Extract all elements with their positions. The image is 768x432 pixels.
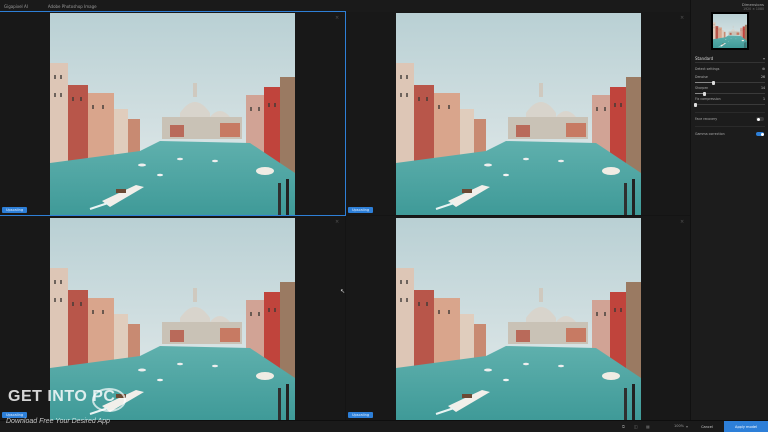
venice-photo <box>50 13 295 215</box>
zoom-level[interactable]: 100% <box>674 424 684 428</box>
upscaling-badge: Upscaling <box>2 207 28 213</box>
denoise-label: Denoise <box>695 75 708 79</box>
sharpen-value: 14 <box>760 86 765 90</box>
preview-pane-1[interactable]: × Upscaling <box>0 11 346 216</box>
venice-photo <box>396 218 641 420</box>
grid-view-icon[interactable]: ▦ <box>646 424 650 429</box>
chevron-down-icon: ▾ <box>762 56 765 61</box>
app-title: Gigapixel AI <box>4 3 28 9</box>
face-recovery-row: Face recovery <box>695 117 765 121</box>
close-icon[interactable]: × <box>680 220 684 225</box>
cancel-button[interactable]: Cancel <box>694 423 720 431</box>
preview-pane-2[interactable]: × Upscaling <box>346 12 690 215</box>
denoise-slider[interactable] <box>695 80 765 85</box>
face-recovery-toggle[interactable] <box>756 117 764 121</box>
model-select[interactable]: Standard ▾ <box>695 55 765 63</box>
preview-pane-4[interactable]: × Upscaling <box>346 216 690 420</box>
divider <box>695 126 765 127</box>
model-select-value: Standard <box>695 56 714 61</box>
face-recovery-label: Face recovery <box>695 117 718 121</box>
denoise-slider-fill <box>695 82 714 83</box>
detect-settings-label: Detect settings <box>695 67 720 71</box>
mouse-cursor-icon: ↖ <box>340 288 346 295</box>
breadcrumb[interactable]: Adobe Photoshop Image <box>48 4 97 9</box>
sharpen-row: Sharpen 14 <box>695 86 765 90</box>
sharpen-slider-handle[interactable] <box>703 91 707 96</box>
compare-icon[interactable]: ⧉ <box>622 424 625 429</box>
watermark-subtitle: Download Free Your Desired App <box>6 418 110 425</box>
gamma-correction-row: Gamma correction <box>695 132 765 136</box>
venice-photo <box>396 13 641 215</box>
upscaling-badge: Upscaling <box>348 207 374 213</box>
gamma-correction-label: Gamma correction <box>695 132 725 136</box>
sharpen-label: Sharpen <box>695 86 709 90</box>
split-view-icon[interactable]: ◫ <box>634 424 638 429</box>
gear-icon[interactable]: ⚙ <box>762 67 765 71</box>
denoise-slider-handle[interactable] <box>711 80 715 85</box>
navigator-thumbnail[interactable] <box>711 12 749 50</box>
close-icon[interactable]: × <box>335 16 339 21</box>
upscaling-badge: Upscaling <box>348 412 374 418</box>
toggle-knob <box>760 132 764 136</box>
fix-compression-row: Fix compression 1 <box>695 97 765 101</box>
close-icon[interactable]: × <box>680 16 684 21</box>
toggle-knob <box>756 117 760 121</box>
apply-model-button[interactable]: Apply model <box>724 421 768 432</box>
fix-compression-slider-handle[interactable] <box>694 102 698 107</box>
denoise-value: 26 <box>760 75 765 79</box>
fix-compression-slider[interactable] <box>694 102 765 107</box>
close-icon[interactable]: × <box>335 220 339 225</box>
chevron-down-icon[interactable]: ▾ <box>686 424 688 429</box>
sharpen-slider[interactable] <box>695 91 765 96</box>
settings-panel: Dimensions 1920 × 1080 Standard ▾ Detect… <box>690 0 768 432</box>
detect-settings-row[interactable]: Detect settings ⚙ <box>695 67 765 71</box>
denoise-row: Denoise 26 <box>695 75 765 79</box>
dimensions-value: 1920 × 1080 <box>743 7 764 11</box>
top-bar: Gigapixel AI Adobe Photoshop Image <box>0 0 690 12</box>
fix-compression-value: 1 <box>762 97 765 101</box>
watermark: GET INTO PC Download Free Your Desired A… <box>0 382 145 432</box>
divider <box>695 112 765 113</box>
app-window: Gigapixel AI Adobe Photoshop Image × Ups… <box>0 0 768 432</box>
gamma-correction-toggle[interactable] <box>756 132 764 136</box>
venice-photo <box>713 14 747 48</box>
watermark-title: GET INTO PC <box>8 388 116 405</box>
fix-compression-label: Fix compression <box>695 97 721 101</box>
